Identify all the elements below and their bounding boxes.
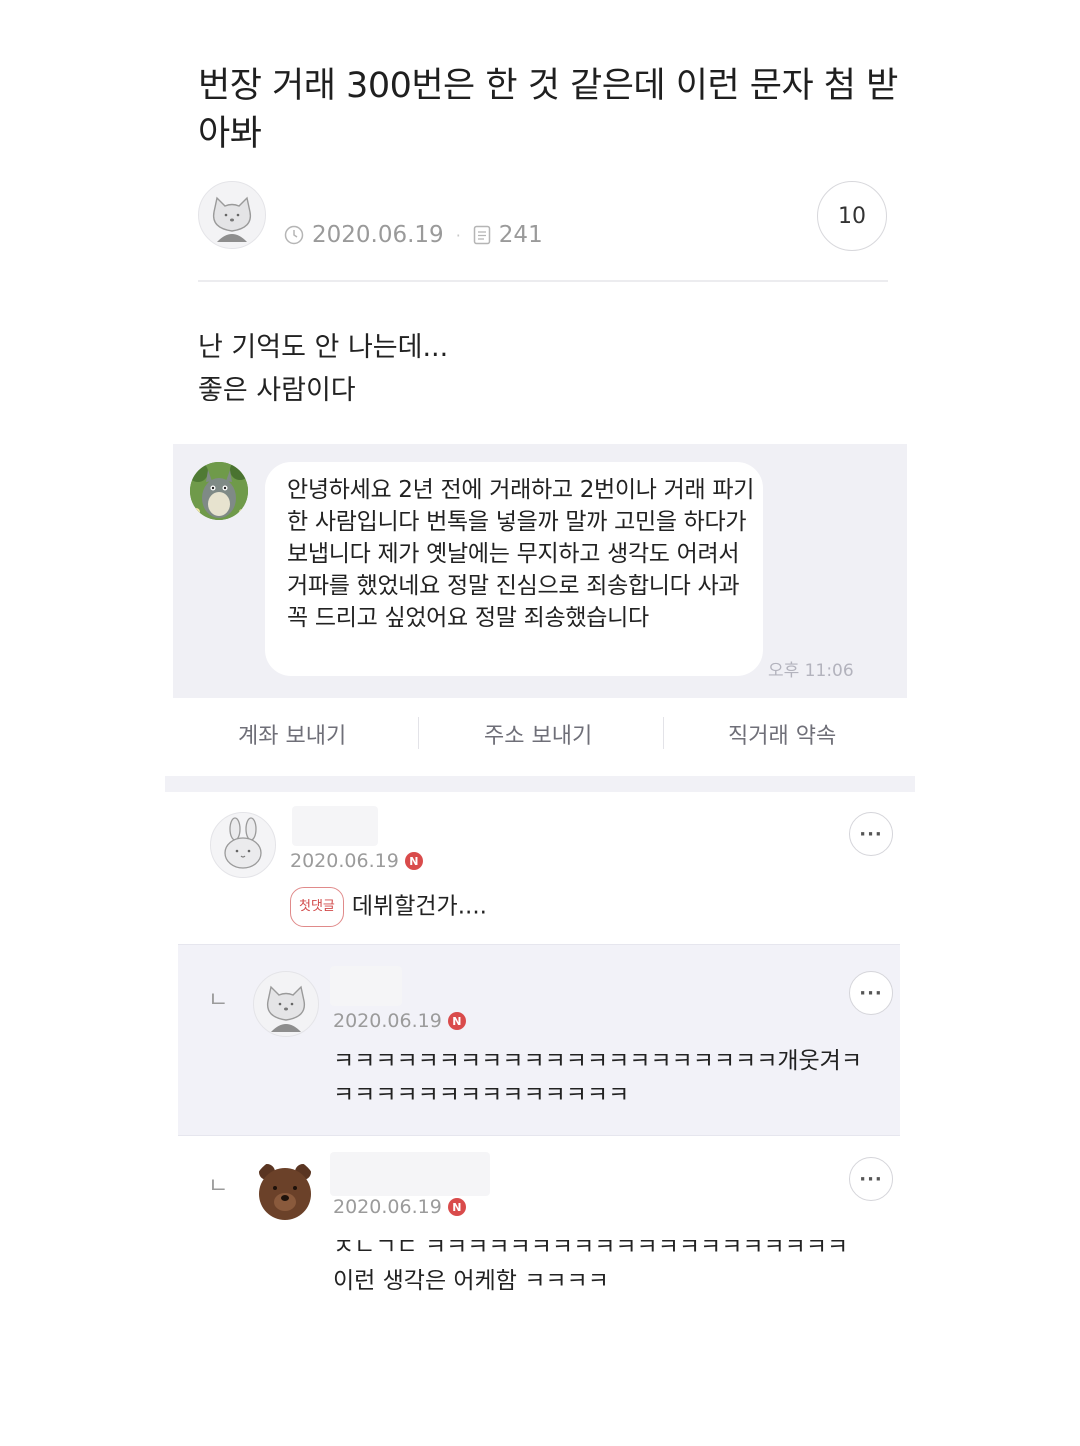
clock-icon xyxy=(284,225,304,245)
comment-meta: 2020.06.19 N xyxy=(333,1010,466,1032)
comment-date: 2020.06.19 xyxy=(333,1010,442,1032)
post-body: 난 기억도 안 나는데... 좋은 사람이다 xyxy=(198,326,448,412)
comment-count-badge[interactable]: 10 xyxy=(817,181,887,251)
new-badge: N xyxy=(447,1012,466,1030)
reply-indicator: ㄴ xyxy=(208,988,229,1013)
direct-deal-button[interactable]: 직거래 약속 xyxy=(728,718,836,750)
send-address-button[interactable]: 주소 보내기 xyxy=(484,718,592,750)
commenter-name xyxy=(292,806,378,846)
comment-body: 데뷔할건가.... xyxy=(351,893,487,920)
view-count: 241 xyxy=(498,222,543,248)
bunny-avatar xyxy=(211,813,275,877)
comment-body: ㅈㄴㄱㄷ ㅋㅋㅋㅋㅋㅋㅋㅋㅋㅋㅋㅋㅋㅋㅋㅋㅋㅋㅋㅋ 이런 생각은 어케함 ㅋㅋㅋ… xyxy=(333,1234,849,1294)
meta-dot: · xyxy=(455,225,461,245)
comment-date: 2020.06.19 xyxy=(290,850,399,872)
comment-body: ㅋㅋㅋㅋㅋㅋㅋㅋㅋㅋㅋㅋㅋㅋㅋㅋㅋㅋㅋㅋㅋ개웃겨ㅋㅋㅋㅋㅋㅋㅋㅋㅋㅋㅋㅋㅋㅋㅋ xyxy=(333,1048,863,1108)
post-title: 번장 거래 300번은 한 것 같은데 이런 문자 첨 받아봐 xyxy=(198,66,898,154)
totoro-avatar xyxy=(190,462,248,520)
body-line: 난 기억도 안 나는데... xyxy=(198,332,449,363)
cat-avatar xyxy=(254,972,318,1036)
post-date: 2020.06.19 xyxy=(312,222,444,248)
reply-indicator: ㄴ xyxy=(208,1174,229,1199)
commenter-avatar[interactable] xyxy=(253,1158,317,1222)
more-icon[interactable]: ··· xyxy=(849,1157,893,1201)
more-icon[interactable]: ··· xyxy=(849,971,893,1015)
action-separator xyxy=(418,717,419,749)
new-badge: N xyxy=(447,1198,466,1216)
section-separator xyxy=(165,776,915,792)
commenter-name xyxy=(330,1152,490,1196)
comment-date: 2020.06.19 xyxy=(333,1196,442,1218)
header-divider xyxy=(198,280,888,282)
comment-meta: 2020.06.19 N xyxy=(290,850,423,872)
commenter-avatar[interactable] xyxy=(253,971,319,1037)
bear-avatar xyxy=(253,1158,317,1222)
document-icon xyxy=(473,225,491,245)
cat-avatar xyxy=(199,182,265,248)
new-badge: N xyxy=(404,852,423,870)
author-avatar[interactable] xyxy=(198,181,266,249)
message-text: 안녕하세요 2년 전에 거래하고 2번이나 거래 파기한 사람입니다 번톡을 넣… xyxy=(287,477,755,631)
sender-avatar xyxy=(190,462,248,520)
message-time: 오후 11:06 xyxy=(768,661,854,681)
action-separator xyxy=(663,717,664,749)
post-meta: 2020.06.19 · 241 xyxy=(284,222,543,248)
send-account-button[interactable]: 계좌 보내기 xyxy=(238,718,346,750)
comment-text: 첫댓글 데뷔할건가.... xyxy=(290,887,487,927)
first-comment-tag: 첫댓글 xyxy=(290,887,344,927)
commenter-avatar[interactable] xyxy=(210,812,276,878)
more-icon[interactable]: ··· xyxy=(849,812,893,856)
commenter-name xyxy=(330,966,402,1006)
comment-meta: 2020.06.19 N xyxy=(333,1196,466,1218)
body-line: 좋은 사람이다 xyxy=(198,375,356,406)
